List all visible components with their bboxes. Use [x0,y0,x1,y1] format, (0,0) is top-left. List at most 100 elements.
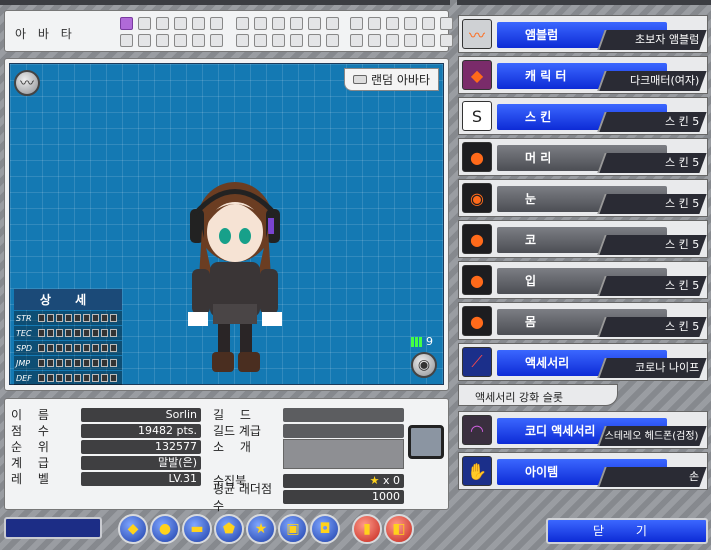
avatar-slot[interactable] [326,34,339,47]
avatar-slot[interactable] [368,34,381,47]
avatar-slot[interactable] [350,17,363,30]
stat-cell [47,344,54,352]
avatar-slot[interactable] [326,17,339,30]
avatar-slot[interactable] [138,34,151,47]
avatar-slot[interactable] [156,34,169,47]
intro-row: 소 개 [213,439,283,454]
equipment-value-text: 스 킨 5 [664,156,699,169]
avatar-slot[interactable] [440,17,453,30]
equipment-value: 스 킨 5 [597,112,707,132]
top-border [0,0,450,5]
chat-icon[interactable]: ● [150,514,180,544]
avatar-slot[interactable] [290,17,303,30]
stat-cell [56,359,63,367]
equipment-row[interactable]: ◉ 눈 스 킨 5 [458,179,708,217]
avatar-slot[interactable] [192,17,205,30]
star-menu-icon[interactable]: ★ [246,514,276,544]
avatar-slot[interactable] [254,34,267,47]
collection-value: ★ x 0 [283,473,404,488]
avatar-slot[interactable] [236,17,249,30]
equipment-row[interactable]: ◆ 캐 릭 터 다크매터(여자) [458,56,708,94]
skin-icon: S [462,101,492,131]
bag-icon[interactable]: ▣ [278,514,308,544]
name-value: Sorlin [81,407,201,422]
score-value: 19482 pts. [81,423,201,438]
stat-row: SPD [14,341,122,355]
equipment-row[interactable]: 〰 앰블럼 초보자 앰블럼 [458,15,708,53]
random-checkbox[interactable] [352,75,367,84]
avatar-slot[interactable] [440,34,453,47]
avatar-slot[interactable] [272,17,285,30]
avatar-slot[interactable] [210,17,223,30]
avatar-slot[interactable] [156,17,169,30]
item-value: 손 [597,467,707,487]
avatar-slot[interactable] [386,17,399,30]
lock-icon[interactable]: ◘ [310,514,340,544]
avatar-slot[interactable] [368,17,381,30]
codi-accessory-row[interactable]: ◠ 코디 액세서리 스테레오 헤드폰(검정) [458,411,708,449]
avatar-slot[interactable] [404,17,417,30]
equipment-row[interactable]: ⟋ 액세서리 코로나 나이프 [458,343,708,381]
chat-bar[interactable] [4,517,102,539]
knife-icon: ⟋ [462,347,492,377]
character-sprite [188,182,282,372]
avatar-slot[interactable] [404,34,417,47]
guild-value [283,407,404,422]
random-avatar-button[interactable]: 랜덤 아바타 [343,68,439,91]
avatar-slot[interactable] [236,34,249,47]
equipment-row[interactable]: S스 킨스 킨 5 [458,97,708,135]
avatar-slot[interactable] [254,17,267,30]
stat-cell [38,344,45,352]
avatar-slot[interactable] [210,34,223,47]
stat-cell [101,344,108,352]
stat-cell [83,314,90,322]
level-label: 레 벨 [11,472,55,486]
star-icon: ★ [369,473,383,487]
ranking-icon[interactable]: ▮ [352,514,382,544]
equipment-row[interactable]: ● 입 스 킨 5 [458,261,708,299]
avatar-slot[interactable] [120,34,133,47]
equipment-row[interactable]: ● 머 리스 킨 5 [458,138,708,176]
avatar-slot[interactable] [422,34,435,47]
equipment-value-text: 초보자 앰블럼 [634,33,699,46]
avatar-slot[interactable] [308,17,321,30]
stat-cell [38,329,45,337]
stat-row: JMP [14,356,122,370]
zoom-icon[interactable]: ◉ [411,352,437,378]
shield-icon[interactable]: ⬟ [214,514,244,544]
stat-row: DEF [14,371,122,385]
equipment-row[interactable]: ● 코 스 킨 5 [458,220,708,258]
stat-cell [101,329,108,337]
avatar-slot[interactable] [386,34,399,47]
intro-textbox[interactable] [283,439,404,469]
name-row: 이 름 Sorlin [11,407,201,422]
close-button[interactable]: 닫 기 [546,518,708,544]
stat-label: DEF [16,373,32,383]
cube-icon[interactable]: ◆ [118,514,148,544]
item-row[interactable]: ✋ 아이템 손 [458,452,708,490]
stat-cell [74,344,81,352]
avatar-slot[interactable] [192,34,205,47]
ladder-row: 평균 래더점수 1000 [213,482,404,513]
ladder-value: 1000 [283,489,404,504]
avatar-slot[interactable] [350,34,363,47]
equipment-row[interactable]: ● 몸 스 킨 5 [458,302,708,340]
avatar-slot[interactable] [174,17,187,30]
class-label: 계 급 [11,456,55,470]
avatar-slot[interactable] [422,17,435,30]
equipment-value-text: 다크매터(여자) [629,74,699,87]
avatar-slot[interactable] [272,34,285,47]
random-avatar-label: 랜덤 아바타 [370,73,430,87]
guild-rank-value [283,423,404,438]
accessory-enhance-slot[interactable]: 액세서리 강화 슬롯 [458,384,618,406]
class-value: 말발(은) [81,455,201,470]
card-icon[interactable]: ▬ [182,514,212,544]
guild-rank-label: 길드 계급 [213,424,261,438]
avatar-slot[interactable] [174,34,187,47]
avatar-slot[interactable] [138,17,151,30]
avatar-slot[interactable] [120,17,133,30]
avatar-slot[interactable] [290,34,303,47]
equipment-value: 스 킨 5 [597,153,707,173]
avatar-slot[interactable] [308,34,321,47]
book-icon[interactable]: ◧ [384,514,414,544]
